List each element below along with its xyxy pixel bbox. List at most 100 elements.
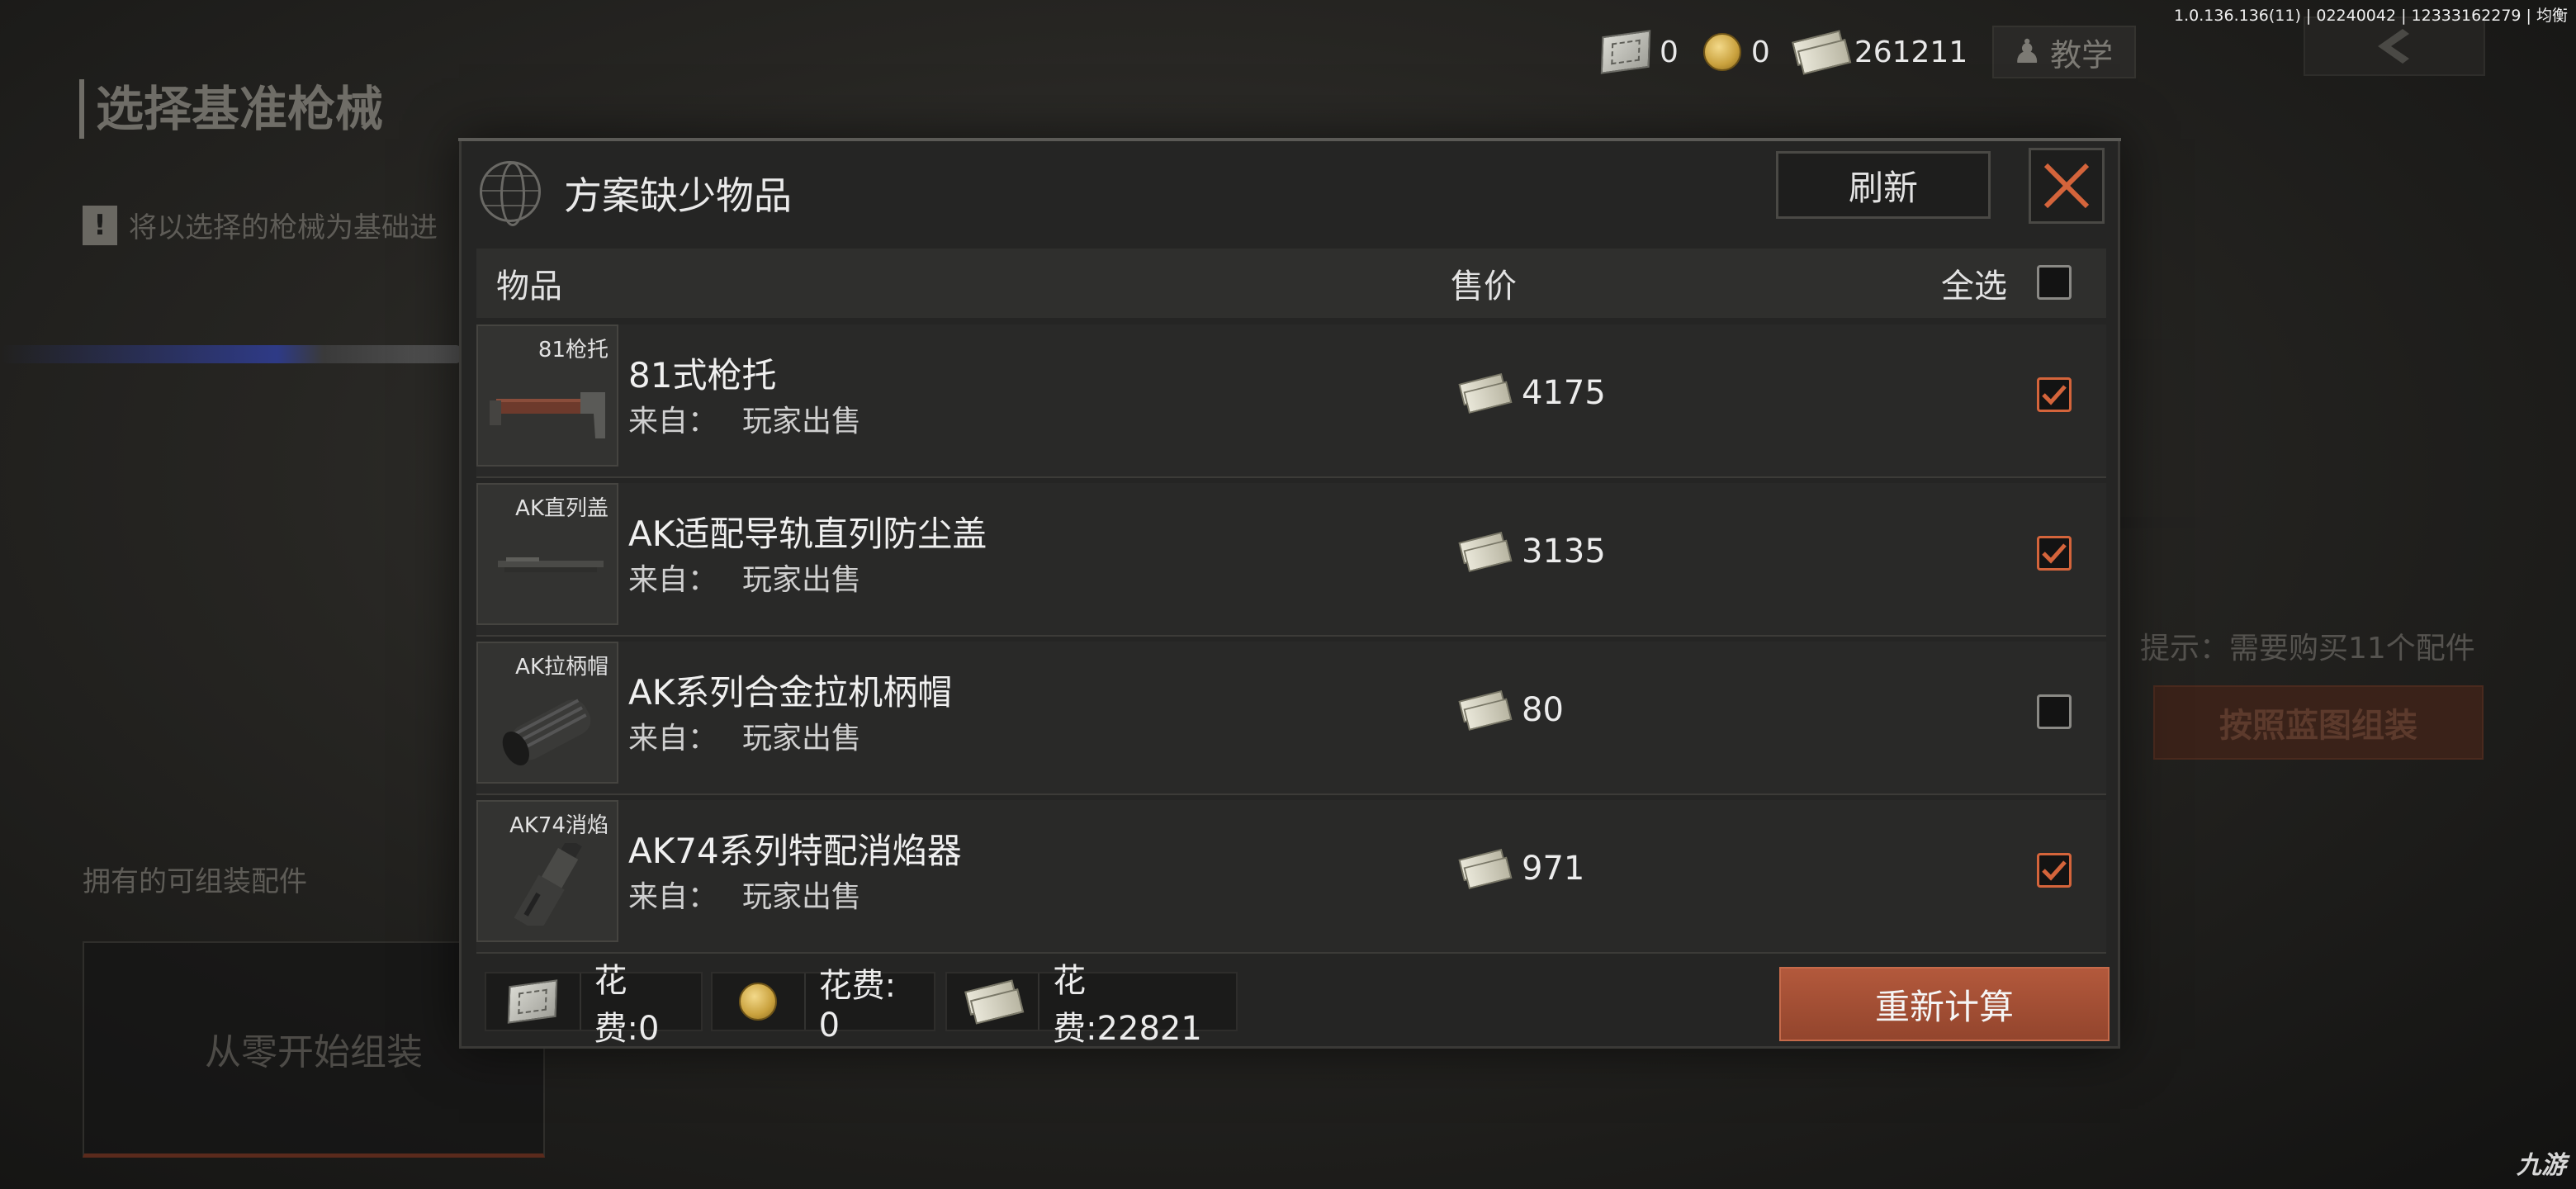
source-prefix: 来自： [628, 722, 718, 756]
currency-coin: 0 [1702, 21, 1770, 83]
thumbnail-label: AK74消焰 [509, 813, 608, 838]
coin-icon [739, 983, 778, 1021]
back-arrow-icon [2378, 29, 2409, 64]
item-checkbox[interactable] [2037, 536, 2072, 571]
item-thumbnail: AK直列盖 [476, 483, 618, 625]
price-value: 3135 [1522, 533, 1606, 571]
tutorial-button[interactable]: ♟ 教学 [1992, 26, 2137, 78]
item-thumbnail: 81枪托 [476, 324, 618, 467]
close-button[interactable] [2029, 148, 2105, 224]
stock-icon [490, 392, 605, 438]
cost-ticket: 花费:0 [485, 962, 703, 1048]
column-item: 物品 [496, 268, 562, 306]
ticket-icon [1600, 30, 1651, 74]
cash-icon [1458, 690, 1508, 730]
cash-amount: 261211 [1854, 35, 1968, 69]
item-source: 来自： 玩家出售 [628, 714, 861, 757]
item-name: 81式枪托 [628, 355, 777, 396]
item-source: 来自： 玩家出售 [628, 397, 861, 440]
source-prefix: 来自： [628, 405, 718, 438]
purchase-hint: 提示：需要购买11个配件 [2140, 632, 2475, 666]
currency-cash: 261211 [1795, 21, 1968, 83]
version-info: 1.0.136.136(11) | 02240042 | 12333162279… [2174, 7, 2568, 25]
cash-icon [1458, 532, 1508, 571]
rail-cover-icon [498, 557, 604, 572]
cash-icon [1458, 373, 1508, 413]
page-title: 选择基准枪械 [79, 79, 383, 139]
item-source: 来自： 玩家出售 [628, 556, 861, 599]
item-checkbox[interactable] [2037, 853, 2072, 888]
checkmark-icon [2042, 860, 2067, 881]
charging-handle-icon [502, 699, 591, 765]
flash-hider-icon [514, 843, 582, 926]
column-price: 售价 [1451, 268, 1517, 306]
warning-icon: ! [83, 205, 117, 245]
item-price: 3135 [1459, 533, 1606, 571]
item-source: 来自： 玩家出售 [628, 873, 861, 916]
item-name: AK系列合金拉机柄帽 [628, 672, 953, 713]
item-row[interactable]: AK拉柄帽 AK系列合金拉机柄帽 来自： 玩家出售 80 [476, 642, 2106, 795]
coin-amount: 0 [1750, 35, 1770, 69]
ticket-icon [508, 979, 558, 1024]
price-value: 4175 [1522, 374, 1606, 412]
cost-cash-label: 花费:22821 [1053, 962, 1202, 1048]
item-price: 4175 [1459, 374, 1606, 412]
thumbnail-label: AK拉柄帽 [515, 655, 608, 680]
dialog-header: 方案缺少物品 刷新 [462, 141, 2118, 240]
instructor-icon: ♟ [2012, 33, 2043, 71]
coin-icon [1702, 33, 1741, 71]
cost-ticket-label: 花费:0 [594, 962, 660, 1048]
source-value: 玩家出售 [742, 563, 862, 597]
dialog-footer: 花费:0 花费: 0 花费:22821 重新计算 [476, 962, 2110, 1048]
watermark-logo: 九游 [2517, 1151, 2566, 1180]
item-thumbnail: AK拉柄帽 [476, 642, 618, 784]
owned-parts-label: 拥有的可组装配件 [83, 865, 307, 898]
currency-ticket: 0 [1600, 21, 1679, 83]
cash-icon [1792, 30, 1848, 73]
ticket-amount: 0 [1660, 35, 1679, 69]
source-value: 玩家出售 [742, 880, 862, 914]
assemble-by-blueprint-label: 按照蓝图组装 [2219, 707, 2417, 745]
notice-text: 将以选择的枪械为基础进 [129, 211, 438, 244]
currency-bar: 0 0 261211 ♟ 教学 [1600, 21, 2137, 83]
cost-coin-label: 花费: 0 [818, 967, 897, 1045]
start-from-scratch-label: 从零开始组装 [205, 1030, 423, 1073]
source-value: 玩家出售 [742, 722, 862, 756]
item-checkbox[interactable] [2037, 377, 2072, 412]
table-header: 物品 售价 全选 [476, 249, 2106, 318]
price-value: 80 [1522, 691, 1564, 729]
item-price: 971 [1459, 850, 1584, 888]
item-price: 80 [1459, 691, 1564, 729]
select-all-label: 全选 [1941, 268, 2007, 306]
item-row[interactable]: 81枪托 81式枪托 来自： 玩家出售 4175 [476, 324, 2106, 478]
source-value: 玩家出售 [742, 405, 862, 438]
item-row[interactable]: AK74消焰 AK74系列特配消焰器 来自： 玩家出售 971 [476, 800, 2106, 954]
recalculate-button[interactable]: 重新计算 [1779, 967, 2110, 1041]
source-prefix: 来自： [628, 563, 718, 597]
item-name: AK74系列特配消焰器 [628, 831, 962, 871]
item-thumbnail: AK74消焰 [476, 800, 618, 942]
thumbnail-label: 81枪托 [537, 338, 608, 362]
item-row[interactable]: AK直列盖 AK适配导轨直列防尘盖 来自： 玩家出售 3135 [476, 483, 2106, 637]
close-icon [2043, 163, 2090, 209]
price-value: 971 [1522, 850, 1585, 888]
missing-items-dialog: 方案缺少物品 刷新 物品 售价 全选 81枪托 81式枪托 来自： 玩家出售 4… [458, 138, 2121, 1049]
assemble-by-blueprint-button[interactable]: 按照蓝图组装 [2153, 685, 2484, 760]
item-list: 81枪托 81式枪托 来自： 玩家出售 4175 AK直列盖 AK适配导轨直列防… [476, 324, 2106, 959]
checkmark-icon [2042, 543, 2067, 564]
checkmark-icon [2042, 385, 2067, 405]
tutorial-label: 教学 [2050, 36, 2114, 73]
dialog-title: 方案缺少物品 [564, 173, 792, 218]
base-weapon-notice: ! 将以选择的枪械为基础进 [83, 205, 438, 245]
cost-cash: 花费:22821 [945, 962, 1238, 1048]
select-all-checkbox[interactable] [2037, 265, 2072, 300]
thumbnail-label: AK直列盖 [515, 496, 608, 521]
item-checkbox[interactable] [2037, 694, 2072, 729]
globe-icon [480, 161, 541, 226]
weapon-preview [0, 345, 462, 363]
cash-icon [1458, 849, 1508, 888]
cash-icon [964, 979, 1020, 1023]
item-name: AK适配导轨直列防尘盖 [628, 514, 987, 554]
source-prefix: 来自： [628, 880, 718, 914]
refresh-button[interactable]: 刷新 [1776, 151, 1991, 219]
